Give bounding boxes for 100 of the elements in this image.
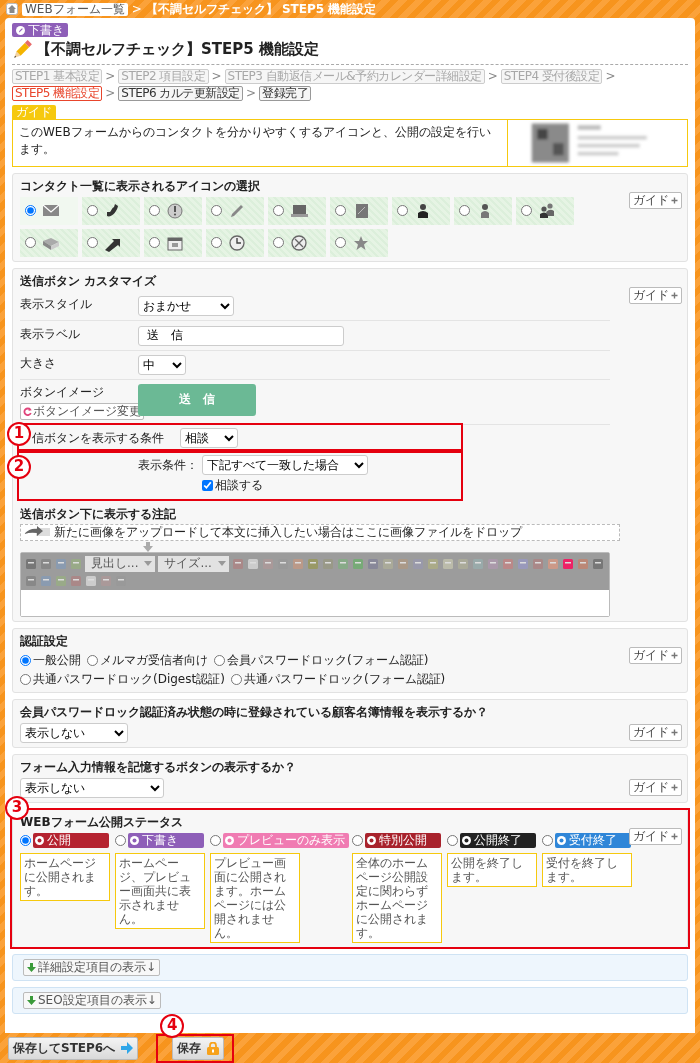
radio-button[interactable] [20,654,31,666]
icon-option[interactable] [516,196,574,225]
radio-button[interactable] [352,834,363,846]
tool-icon[interactable] [396,557,409,570]
radio-button[interactable] [230,673,242,685]
tool-icon[interactable] [40,574,52,587]
step-link[interactable]: STEP5 機能設定 [12,85,103,101]
tool-icon[interactable] [426,557,439,570]
tool-icon[interactable] [261,557,274,570]
badge-label: 下書き [142,832,178,848]
tool-icon[interactable] [231,557,244,570]
dropdown[interactable]: 中 [138,354,186,375]
radio-button[interactable] [214,654,225,666]
dropdown[interactable]: 相談 [180,427,238,448]
radio-button[interactable] [115,834,126,846]
tool-icon[interactable] [55,574,67,587]
tool-icon[interactable] [366,557,379,570]
radio-button[interactable] [149,205,160,216]
radio-button[interactable] [25,237,36,248]
radio-button[interactable] [149,237,160,248]
section-title: 送信ボタン カスタマイズ [20,272,158,290]
radio-button[interactable] [459,205,470,216]
tool-icon[interactable] [25,574,37,587]
tool-icon[interactable] [70,574,82,587]
radio-button[interactable] [87,654,98,666]
tool-icon[interactable] [100,574,112,587]
tool-icon[interactable] [546,557,559,570]
label-field[interactable]: 送 信 [138,325,344,346]
guide-button[interactable]: ガイド [629,778,682,796]
tool-icon[interactable] [591,557,604,570]
radio-button[interactable] [20,673,31,685]
step-separator: > [605,69,616,83]
radio-button[interactable] [211,237,222,248]
breadcrumb-link[interactable]: WEBフォーム一覧 [22,2,128,16]
guide-button[interactable]: ガイド [629,191,682,209]
icon-option[interactable] [392,196,450,225]
radio-button[interactable] [87,237,98,248]
cross-circle-icon [288,233,310,252]
guide-button[interactable]: ガイド [629,646,682,664]
radio-button[interactable] [542,834,553,846]
save-next-button[interactable]: 保存してSTEP6へ [8,1036,139,1060]
radio-button[interactable] [273,205,284,216]
radio-button[interactable] [397,205,408,216]
radio-button[interactable] [521,205,532,216]
radio-button[interactable] [273,237,284,248]
tool-icon[interactable] [321,557,334,570]
tool-icon[interactable] [561,557,574,570]
tool-icon[interactable] [246,557,259,570]
drop-zone[interactable]: 新たに画像をアップロードして本文に挿入したい場合はここに画像ファイルをドロップ [20,523,620,541]
show-more-button[interactable]: 詳細設定項目の表示↓ [23,958,161,976]
tool-icon[interactable] [306,557,319,570]
step-link[interactable]: 登録完了 [259,85,312,101]
radio-button[interactable] [25,205,36,216]
guide-button[interactable]: ガイド [629,827,682,845]
field-label: 表示条件： [138,456,196,474]
button-preview: 送 信 [138,383,256,416]
tool-icon[interactable] [411,557,424,570]
tool-icon[interactable] [501,557,514,570]
toolbar-dropdown[interactable]: 見出し... [85,555,156,572]
save-button[interactable]: 保存 [172,1036,225,1060]
radio-button[interactable] [210,834,221,846]
tool-icon[interactable] [336,557,349,570]
tool-icon[interactable] [85,574,97,587]
tool-icon[interactable] [291,557,304,570]
home-icon[interactable] [6,3,18,15]
tool-icon[interactable] [70,557,82,570]
dropdown[interactable]: 表示しない [20,777,164,798]
icon-option[interactable] [82,196,140,225]
radio-button[interactable] [335,205,346,216]
radio-button[interactable] [20,834,31,846]
drop-zone-text: 新たに画像をアップロードして本文に挿入したい場合はここに画像ファイルをドロップ [54,525,522,539]
radio-button[interactable] [335,237,346,248]
radio-button[interactable] [447,834,458,846]
tool-icon[interactable] [456,557,469,570]
tool-icon[interactable] [576,557,589,570]
show-more-button[interactable]: SEO設定項目の表示↓ [23,991,161,1009]
dropdown[interactable]: おまかせ [138,295,234,316]
radio-button[interactable] [211,205,222,216]
tool-icon[interactable] [351,557,364,570]
tool-icon[interactable] [471,557,484,570]
icon-option[interactable] [82,228,140,257]
breadcrumb-separator: > [131,2,142,16]
toolbar-dropdown[interactable]: サイズ... [158,555,229,572]
tool-icon[interactable] [441,557,454,570]
guide-button[interactable]: ガイド [629,723,682,741]
radio-button[interactable] [87,205,98,216]
down-arrow-icon [27,995,36,1005]
tool-icon[interactable] [531,557,544,570]
guide-button[interactable]: ガイド [629,286,682,304]
tool-icon[interactable] [516,557,529,570]
tool-icon[interactable] [381,557,394,570]
text-editor[interactable] [21,589,609,616]
tool-icon[interactable] [55,557,67,570]
tool-icon[interactable] [40,557,52,570]
dropdown[interactable]: 下記すべて一致した場合 [202,454,368,475]
step-link[interactable]: STEP6 カルテ更新設定 [118,85,243,101]
tool-icon[interactable] [25,557,37,570]
tool-icon[interactable] [486,557,499,570]
checkbox[interactable] [202,479,213,491]
dropdown[interactable]: 表示しない [20,722,128,743]
